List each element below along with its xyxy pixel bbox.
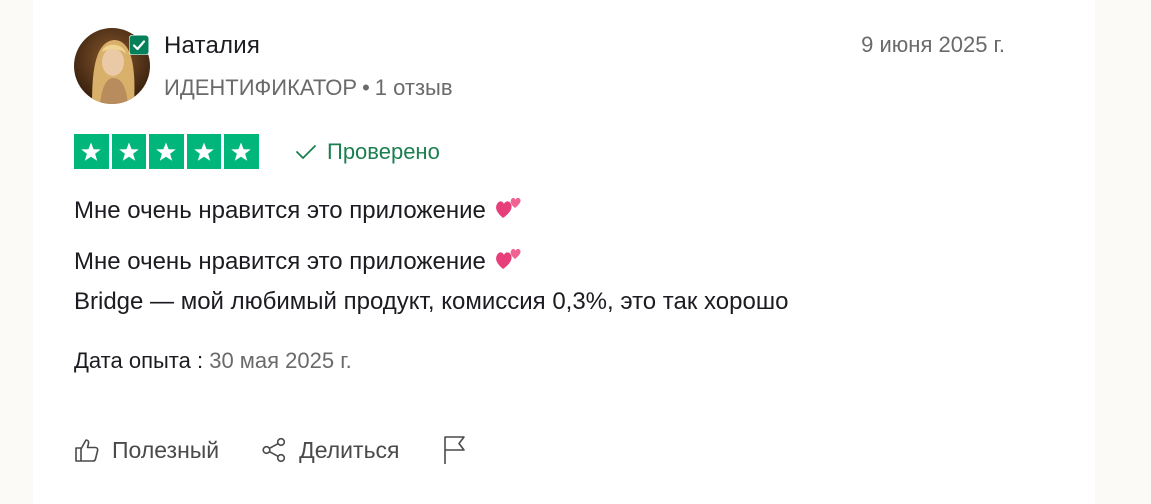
experience-label: Дата опыта :	[74, 348, 204, 373]
review-body-line-2: Bridge — мой любимый продукт, комиссия 0…	[74, 288, 789, 315]
useful-label: Полезный	[112, 436, 220, 463]
star-3	[149, 134, 184, 169]
check-icon	[296, 145, 316, 159]
thumbs-up-icon	[75, 439, 99, 462]
share-label: Делиться	[299, 436, 400, 463]
review-title-text: Мне очень нравится это приложение	[74, 197, 486, 224]
review-title: Мне очень нравится это приложение	[74, 194, 524, 227]
star-rating	[74, 134, 259, 169]
two-hearts-emoji	[494, 245, 524, 283]
flag-icon	[443, 436, 465, 464]
star-icon	[81, 142, 102, 161]
review-actions: Полезный Делиться	[74, 434, 510, 466]
date-of-experience: Дата опыта : 30 мая 2025 г.	[74, 348, 352, 374]
star-icon	[118, 142, 139, 161]
verified-check-icon	[129, 35, 149, 55]
reviewer-country: ИДЕНТИФИКАТОР	[164, 75, 358, 100]
share-icon	[262, 437, 286, 463]
review-body: Мне очень нравится это приложение Bridge…	[74, 243, 788, 321]
star-5	[224, 134, 259, 169]
review-card: Наталия ИДЕНТИФИКАТОР • 1 отзыв 9 июня 202…	[33, 0, 1095, 504]
review-body-line-1: Мне очень нравится это приложение	[74, 243, 788, 283]
star-4	[186, 134, 221, 169]
verified-indicator[interactable]: Проверено	[295, 139, 440, 165]
experience-date: 30 мая 2025 г.	[209, 348, 352, 373]
verified-label: Проверено	[327, 139, 440, 164]
reviewer-meta: ИДЕНТИФИКАТОР • 1 отзыв	[164, 75, 453, 101]
two-hearts-emoji	[494, 194, 524, 227]
report-button[interactable]	[442, 435, 468, 465]
review-body-text-1: Мне очень нравится это приложение	[74, 248, 486, 275]
useful-button[interactable]: Полезный	[74, 437, 219, 464]
reviewer-review-count: 1 отзыв	[374, 75, 453, 100]
star-2	[111, 134, 146, 169]
star-1	[74, 134, 109, 169]
star-icon	[156, 142, 177, 161]
verified-user-badge	[129, 35, 149, 55]
star-icon	[193, 142, 214, 161]
share-button[interactable]: Делиться	[261, 436, 400, 464]
reviewer-name[interactable]: Наталия	[164, 32, 260, 60]
meta-separator: •	[362, 75, 370, 100]
review-date: 9 июня 2025 г.	[861, 32, 1005, 57]
star-icon	[231, 142, 252, 161]
